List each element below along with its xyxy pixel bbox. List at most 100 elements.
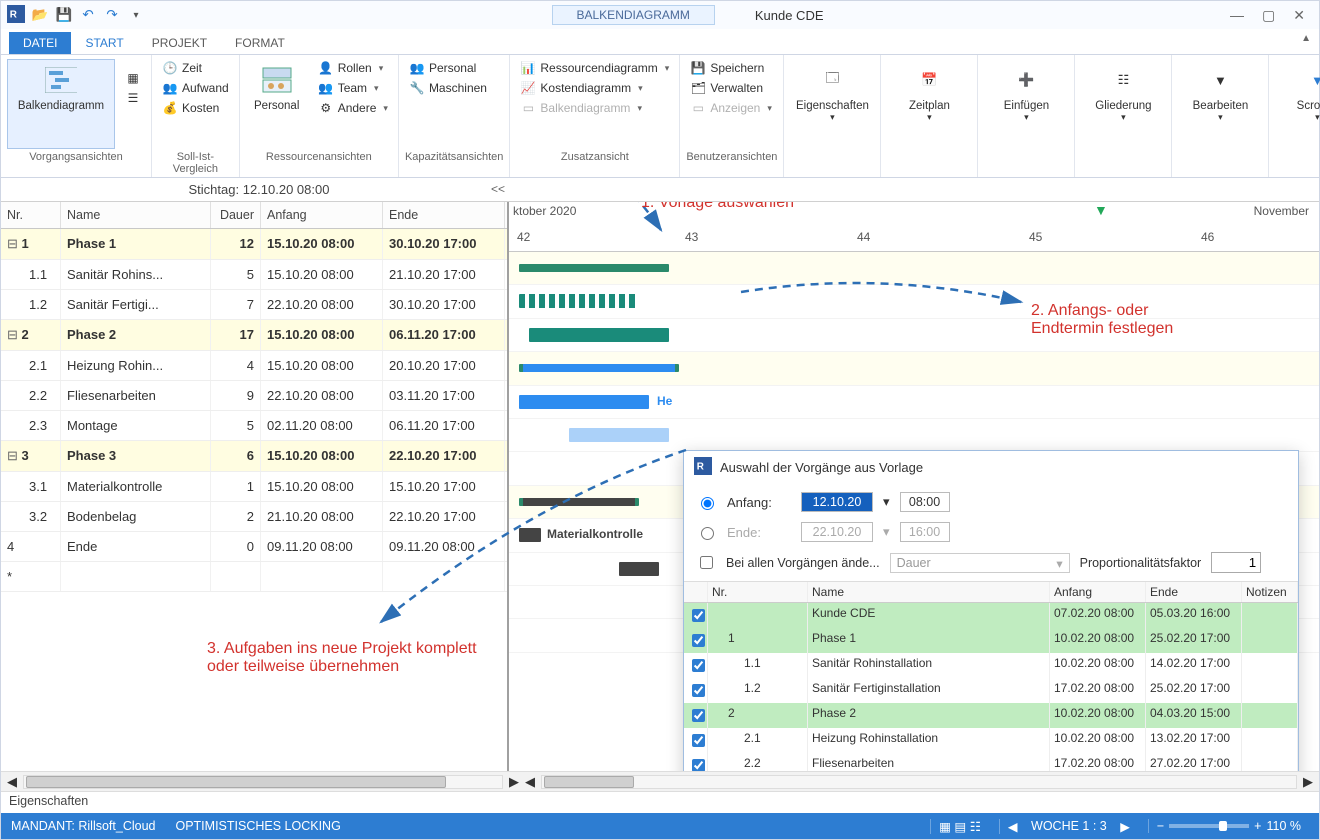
h-scrollbar[interactable]: ◀ ▶ ◀ ▶ <box>1 771 1319 791</box>
col-ende[interactable]: Ende <box>383 202 505 228</box>
ressourcendiagramm-button[interactable]: 📊Ressourcendiagramm <box>516 59 673 77</box>
anfang-radio-row[interactable]: Anfang: 12.10.20 ▾ 08:00 <box>696 492 1286 512</box>
view-verwalten-button[interactable]: 🗂Verwalten <box>686 79 776 97</box>
tab-format[interactable]: FORMAT <box>221 32 299 54</box>
costchart-icon: 📈 <box>520 80 536 96</box>
dialog-table-row[interactable]: 2.1Heizung Rohinstallation10.02.20 08:00… <box>684 728 1298 753</box>
row-checkbox[interactable] <box>692 734 705 747</box>
row-checkbox[interactable] <box>692 684 705 697</box>
table-row[interactable]: 2.1Heizung Rohin...415.10.20 08:0020.10.… <box>1 351 507 381</box>
tab-start[interactable]: START <box>71 32 137 54</box>
prop-factor-input[interactable] <box>1211 552 1261 573</box>
grid-collapse-button[interactable]: << <box>491 182 505 196</box>
costs-icon: 💰 <box>162 100 178 116</box>
col-dauer[interactable]: Dauer <box>211 202 261 228</box>
zeit-button[interactable]: 🕒Zeit <box>158 59 233 77</box>
change-field-select[interactable]: Dauer <box>890 553 1070 573</box>
team-button[interactable]: 👥Team <box>314 79 392 97</box>
einfuegen-button[interactable]: ➕Einfügen▾ <box>984 59 1068 149</box>
zoom-in-icon[interactable]: + <box>1254 819 1261 833</box>
row-checkbox[interactable] <box>692 709 705 722</box>
undo-icon[interactable]: ↶ <box>79 6 97 24</box>
col-anfang[interactable]: Anfang <box>261 202 383 228</box>
ende-radio[interactable] <box>701 527 714 540</box>
status-view-icons[interactable]: ▦ ▤ ☷ <box>930 819 989 834</box>
anfang-date-input[interactable]: 12.10.20 <box>801 492 873 512</box>
table-row[interactable]: 2Phase 21715.10.20 08:0006.11.20 17:00 <box>1 320 507 351</box>
change-all-checkbox[interactable] <box>700 556 713 569</box>
table-row[interactable]: 3.1Materialkontrolle115.10.20 08:0015.10… <box>1 472 507 502</box>
dialog-table-row[interactable]: 1.1Sanitär Rohinstallation10.02.20 08:00… <box>684 653 1298 678</box>
ende-time-input[interactable]: 16:00 <box>900 522 950 542</box>
maximize-button[interactable]: ▢ <box>1262 7 1275 24</box>
rollen-button[interactable]: 👤Rollen <box>314 59 392 77</box>
scroll-icon: ▼ <box>1301 64 1320 96</box>
dialog-table-row[interactable]: 1Phase 110.02.20 08:0025.02.20 17:00 <box>684 628 1298 653</box>
dcol-name[interactable]: Name <box>808 582 1050 602</box>
table-row[interactable]: * <box>1 562 507 592</box>
dcol-nr[interactable]: Nr. <box>708 582 808 602</box>
scrollen-button[interactable]: ▼Scrollen▾ <box>1275 59 1320 149</box>
cap-personal-button[interactable]: 👥Personal <box>405 59 491 77</box>
zoom-next-icon[interactable]: ▶ <box>1120 819 1130 834</box>
anfang-radio[interactable] <box>701 497 714 510</box>
close-button[interactable]: ✕ <box>1293 7 1305 24</box>
list-small-icon[interactable]: ☰ <box>121 89 145 107</box>
manage-icon: 🗂 <box>690 80 706 96</box>
col-name[interactable]: Name <box>61 202 211 228</box>
dialog-table-row[interactable]: Kunde CDE07.02.20 08:0005.03.20 16:00 <box>684 603 1298 628</box>
table-row[interactable]: 3Phase 3615.10.20 08:0022.10.20 17:00 <box>1 441 507 472</box>
kostendiagramm-button[interactable]: 📈Kostendiagramm <box>516 79 673 97</box>
aufwand-button[interactable]: 👥Aufwand <box>158 79 233 97</box>
zoom-out-icon[interactable]: − <box>1157 819 1164 833</box>
template-dialog: R Auswahl der Vorgänge aus Vorlage Anfan… <box>683 450 1299 771</box>
col-nr[interactable]: Nr. <box>1 202 61 228</box>
date-dropdown-icon[interactable]: ▾ <box>883 494 890 510</box>
dialog-table-row[interactable]: 1.2Sanitär Fertiginstallation17.02.20 08… <box>684 678 1298 703</box>
dialog-table-row[interactable]: 2Phase 210.02.20 08:0004.03.20 15:00 <box>684 703 1298 728</box>
kosten-button[interactable]: 💰Kosten <box>158 99 233 117</box>
properties-panel-label[interactable]: Eigenschaften <box>1 791 1319 813</box>
save-icon[interactable]: 💾 <box>55 6 73 24</box>
tab-projekt[interactable]: PROJEKT <box>138 32 221 54</box>
team-icon: 👥 <box>318 80 334 96</box>
table-row[interactable]: 1Phase 11215.10.20 08:0030.10.20 17:00 <box>1 229 507 260</box>
bearbeiten-button[interactable]: ▼Bearbeiten▾ <box>1178 59 1262 149</box>
zoom-prev-icon[interactable]: ◀ <box>1008 819 1018 834</box>
table-row[interactable]: 1.2Sanitär Fertigi...722.10.20 08:0030.1… <box>1 290 507 320</box>
balkendiagramm-button[interactable]: Balkendiagramm <box>7 59 115 149</box>
view-speichern-button[interactable]: 💾Speichern <box>686 59 776 77</box>
ende-radio-row[interactable]: Ende: 22.10.20 ▾ 16:00 <box>696 522 1286 542</box>
table-row[interactable]: 2.3Montage502.11.20 08:0006.11.20 17:00 <box>1 411 507 441</box>
andere-button[interactable]: ⚙Andere <box>314 99 392 117</box>
table-row[interactable]: 3.2Bodenbelag221.10.20 08:0022.10.20 17:… <box>1 502 507 532</box>
table-row[interactable]: 2.2Fliesenarbeiten922.10.20 08:0003.11.2… <box>1 381 507 411</box>
dcol-anf[interactable]: Anfang <box>1050 582 1146 602</box>
dcol-end[interactable]: Ende <box>1146 582 1242 602</box>
cap-maschinen-button[interactable]: 🔧Maschinen <box>405 79 491 97</box>
ribbon-collapse-icon[interactable]: ▲ <box>1301 33 1311 44</box>
netzplan-small-icon[interactable]: ▦ <box>121 69 145 87</box>
table-row[interactable]: 1.1Sanitär Rohins...515.10.20 08:0021.10… <box>1 260 507 290</box>
eigenschaften-button[interactable]: 🗔Eigenschaften▾ <box>790 59 874 149</box>
qat-dropdown-icon[interactable]: ▾ <box>127 6 145 24</box>
date-dropdown-icon-2[interactable]: ▾ <box>883 524 890 540</box>
open-icon[interactable]: 📂 <box>31 6 49 24</box>
zeitplan-button[interactable]: 📅Zeitplan▾ <box>887 59 971 149</box>
row-checkbox[interactable] <box>692 759 705 771</box>
gliederung-button[interactable]: ☷Gliederung▾ <box>1081 59 1165 149</box>
dcol-not[interactable]: Notizen <box>1242 582 1298 602</box>
row-checkbox[interactable] <box>692 609 705 622</box>
personal-big-button[interactable]: Personal <box>246 59 308 149</box>
tab-file[interactable]: DATEI <box>9 32 71 54</box>
stichtag-label: Stichtag: 12.10.20 08:00 << <box>9 182 509 197</box>
minimize-button[interactable]: — <box>1230 7 1244 24</box>
change-all-label: Bei allen Vorgängen ände... <box>726 556 880 570</box>
redo-icon[interactable]: ↷ <box>103 6 121 24</box>
row-checkbox[interactable] <box>692 659 705 672</box>
dialog-table-row[interactable]: 2.2Fliesenarbeiten17.02.20 08:0027.02.20… <box>684 753 1298 771</box>
table-row[interactable]: 4Ende009.11.20 08:0009.11.20 08:00 <box>1 532 507 562</box>
row-checkbox[interactable] <box>692 634 705 647</box>
ende-date-input[interactable]: 22.10.20 <box>801 522 873 542</box>
anfang-time-input[interactable]: 08:00 <box>900 492 950 512</box>
